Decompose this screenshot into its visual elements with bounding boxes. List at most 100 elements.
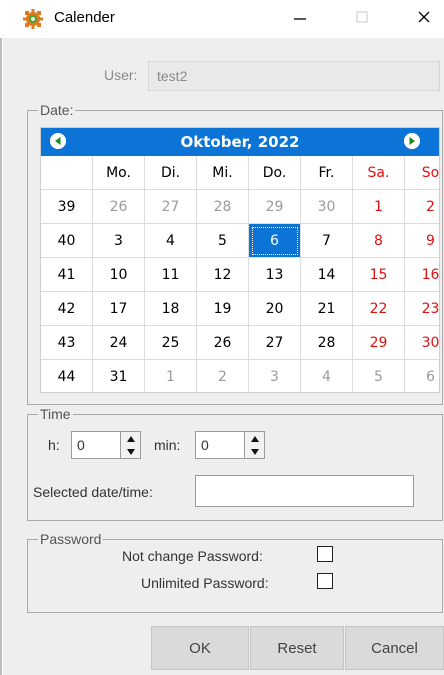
minute-label: min: [154, 437, 181, 453]
time-group-legend: Time [40, 406, 71, 422]
day-cell[interactable]: 26 [196, 325, 249, 360]
user-field[interactable]: test2 [148, 61, 440, 91]
title-bar[interactable]: Calender [0, 0, 444, 38]
password-group-legend: Password [40, 531, 102, 547]
day-cell[interactable]: 14 [300, 257, 353, 292]
caret-up-icon [250, 435, 259, 442]
weekday-header: Do. [248, 156, 301, 190]
reset-button[interactable]: Reset [250, 626, 344, 670]
minute-decrement-button[interactable] [245, 445, 264, 458]
day-cell[interactable]: 6 [404, 359, 439, 392]
day-cell[interactable]: 26 [92, 189, 145, 224]
day-cell[interactable]: 31 [92, 359, 145, 392]
next-month-button[interactable] [404, 133, 420, 149]
hour-spinner-arrows[interactable] [120, 432, 140, 458]
minute-value[interactable]: 0 [201, 437, 209, 453]
date-group-legend: Date: [40, 102, 74, 118]
unlimited-password-checkbox[interactable] [317, 573, 333, 589]
day-cell[interactable]: 1 [144, 359, 197, 392]
day-cell[interactable]: 19 [196, 291, 249, 326]
day-cell[interactable]: 29 [352, 325, 405, 360]
close-icon [416, 9, 432, 30]
day-cell[interactable]: 30 [300, 189, 353, 224]
hour-increment-button[interactable] [121, 432, 140, 445]
calendar: Oktober, 2022 Mo. Di. Mi. Do. Fr. Sa. So 39 26 27… [40, 127, 440, 393]
weekday-header: Di. [144, 156, 197, 190]
arrow-right-icon [404, 133, 420, 149]
calendar-week-row: 39 26 27 28 29 30 1 2 [41, 189, 439, 224]
day-cell[interactable]: 27 [248, 325, 301, 360]
day-cell[interactable]: 11 [144, 257, 197, 292]
hour-decrement-button[interactable] [121, 445, 140, 458]
calendar-header: Oktober, 2022 [41, 128, 439, 156]
minute-spinner[interactable]: 0 [195, 431, 265, 459]
week-number: 43 [41, 325, 93, 360]
weekday-header-row: Mo. Di. Mi. Do. Fr. Sa. So [41, 156, 439, 190]
day-cell[interactable]: 2 [196, 359, 249, 392]
day-cell[interactable]: 18 [144, 291, 197, 326]
calendar-week-row: 42 17 18 19 20 21 22 23 [41, 291, 439, 326]
day-cell[interactable]: 21 [300, 291, 353, 326]
ok-button[interactable]: OK [151, 626, 249, 670]
minimize-button[interactable] [280, 4, 320, 34]
calendar-week-row: 41 10 11 12 13 14 15 16 [41, 257, 439, 292]
weekday-header: So [404, 156, 439, 190]
not-change-password-checkbox[interactable] [317, 546, 333, 562]
arrow-left-icon [50, 133, 66, 149]
minute-increment-button[interactable] [245, 432, 264, 445]
week-number: 41 [41, 257, 93, 292]
day-cell[interactable]: 25 [144, 325, 197, 360]
day-cell[interactable]: 20 [248, 291, 301, 326]
day-cell[interactable]: 1 [352, 189, 405, 224]
minute-spinner-arrows[interactable] [244, 432, 264, 458]
day-cell[interactable]: 15 [352, 257, 405, 292]
hour-value[interactable]: 0 [77, 437, 85, 453]
calendar-grid: Mo. Di. Mi. Do. Fr. Sa. So 39 26 27 28 29 30 1 2 40 3 4 5 6… [41, 156, 439, 392]
cancel-button[interactable]: Cancel [345, 626, 444, 670]
day-cell[interactable]: 8 [352, 223, 405, 258]
selected-datetime-label: Selected date/time: [33, 484, 153, 500]
day-cell[interactable]: 13 [248, 257, 301, 292]
selected-day-cell[interactable]: 6 [248, 223, 301, 258]
day-cell[interactable]: 4 [144, 223, 197, 258]
day-cell[interactable]: 12 [196, 257, 249, 292]
day-cell[interactable]: 9 [404, 223, 439, 258]
day-cell[interactable]: 2 [404, 189, 439, 224]
close-button[interactable] [404, 4, 444, 34]
day-cell[interactable]: 5 [352, 359, 405, 392]
day-cell[interactable]: 16 [404, 257, 439, 292]
week-number: 42 [41, 291, 93, 326]
day-cell[interactable]: 22 [352, 291, 405, 326]
hour-label: h: [48, 437, 60, 453]
selected-datetime-field[interactable] [195, 475, 414, 507]
month-label: Oktober, 2022 [180, 133, 300, 151]
day-cell[interactable]: 3 [92, 223, 145, 258]
day-cell[interactable]: 27 [144, 189, 197, 224]
password-group: Password [27, 532, 443, 613]
day-cell[interactable]: 24 [92, 325, 145, 360]
maximize-button[interactable] [342, 4, 382, 34]
day-cell[interactable]: 7 [300, 223, 353, 258]
unlimited-password-label: Unlimited Password: [141, 575, 269, 591]
day-cell[interactable]: 10 [92, 257, 145, 292]
day-cell[interactable]: 5 [196, 223, 249, 258]
weekday-header: Mi. [196, 156, 249, 190]
prev-month-button[interactable] [50, 133, 66, 149]
day-cell[interactable]: 30 [404, 325, 439, 360]
window-title: Calender [54, 9, 115, 26]
day-cell[interactable]: 29 [248, 189, 301, 224]
minimize-icon [292, 9, 308, 30]
weekday-header: Fr. [300, 156, 353, 190]
weekday-header: Sa. [352, 156, 405, 190]
calendar-week-row: 40 3 4 5 6 7 8 9 [41, 223, 439, 258]
not-change-password-label: Not change Password: [122, 548, 263, 564]
day-cell[interactable]: 28 [196, 189, 249, 224]
week-number: 44 [41, 359, 93, 392]
day-cell[interactable]: 4 [300, 359, 353, 392]
day-cell[interactable]: 28 [300, 325, 353, 360]
day-cell[interactable]: 23 [404, 291, 439, 326]
hour-spinner[interactable]: 0 [71, 431, 141, 459]
day-cell[interactable]: 17 [92, 291, 145, 326]
week-number: 40 [41, 223, 93, 258]
day-cell[interactable]: 3 [248, 359, 301, 392]
